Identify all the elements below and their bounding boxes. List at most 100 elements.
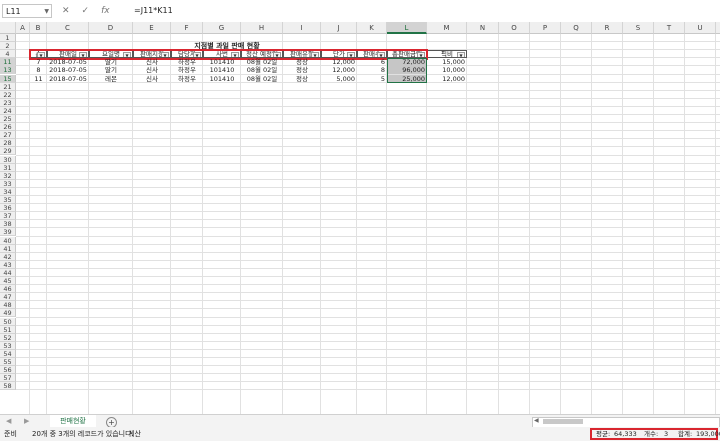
row-header[interactable]: 2 (0, 42, 16, 51)
table-cell[interactable]: 10,000 (427, 66, 467, 74)
row-header[interactable]: 42 (0, 252, 16, 261)
chevron-down-icon[interactable]: ▼ (44, 5, 49, 19)
table-cell[interactable]: 08월 02일 (241, 75, 283, 83)
table-cell[interactable]: 레몬 (89, 75, 133, 83)
name-box[interactable]: L11 ▼ (2, 4, 52, 18)
column-header[interactable]: H (241, 22, 283, 34)
row-header[interactable]: 45 (0, 277, 16, 286)
table-cell[interactable]: 하정우 (171, 66, 203, 74)
table-cell[interactable]: 정상 (283, 66, 321, 74)
row-header[interactable]: 36 (0, 204, 16, 213)
scroll-left-arrow-icon[interactable]: ◀ (534, 417, 539, 424)
column-header[interactable]: T (654, 22, 685, 34)
table-cell[interactable]: 2018-07-05 (47, 75, 89, 83)
row-header[interactable]: 58 (0, 382, 16, 391)
row-header[interactable]: 21 (0, 82, 16, 91)
row-header[interactable]: 41 (0, 244, 16, 253)
column-header[interactable]: U (685, 22, 716, 34)
table-cell[interactable]: 신사 (133, 75, 171, 83)
row-header[interactable]: 23 (0, 98, 16, 107)
row-header[interactable]: 48 (0, 301, 16, 310)
table-cell[interactable]: 2018-07-05 (47, 58, 89, 66)
row-header[interactable]: 44 (0, 268, 16, 277)
scrollbar-thumb[interactable] (543, 419, 583, 424)
row-header[interactable]: 46 (0, 285, 16, 294)
table-cell[interactable]: 5 (357, 75, 387, 83)
column-header[interactable]: N (467, 22, 499, 34)
column-header[interactable]: Q (561, 22, 592, 34)
row-header[interactable]: 53 (0, 341, 16, 350)
status-summary[interactable]: 평균: 64,333 개수: 3 합계: 193,000 (590, 428, 720, 440)
table-cell[interactable]: 08월 02일 (241, 58, 283, 66)
row-header[interactable]: 24 (0, 106, 16, 115)
column-header[interactable]: L (387, 22, 427, 34)
row-header[interactable]: 52 (0, 333, 16, 342)
table-cell[interactable]: 12,000 (427, 75, 467, 83)
column-header[interactable]: C (47, 22, 89, 34)
column-header[interactable]: E (133, 22, 171, 34)
scroll-right-icon[interactable]: ▶ (24, 417, 29, 425)
select-all-corner[interactable] (0, 22, 16, 34)
column-header[interactable]: S (623, 22, 654, 34)
column-header[interactable]: I (283, 22, 321, 34)
column-header[interactable]: D (89, 22, 133, 34)
row-header[interactable]: 43 (0, 260, 16, 269)
table-cell[interactable]: 8 (357, 66, 387, 74)
row-header[interactable]: 34 (0, 187, 16, 196)
column-header[interactable]: B (30, 22, 47, 34)
row-header[interactable]: 35 (0, 196, 16, 205)
row-header[interactable]: 33 (0, 179, 16, 188)
row-header[interactable]: 27 (0, 131, 16, 140)
row-header[interactable]: 31 (0, 163, 16, 172)
row-header[interactable]: 51 (0, 325, 16, 334)
row-header[interactable]: 56 (0, 366, 16, 375)
scroll-left-icon[interactable]: ◀ (6, 417, 11, 425)
table-cell[interactable]: 101410 (203, 58, 241, 66)
row-header[interactable]: 39 (0, 228, 16, 237)
insert-function-icon[interactable]: fx (101, 6, 110, 16)
column-header[interactable]: V (716, 22, 720, 34)
row-header[interactable]: 13 (0, 66, 16, 75)
row-header[interactable]: 55 (0, 358, 16, 367)
row-header[interactable]: 22 (0, 90, 16, 99)
table-cell[interactable]: 신사 (133, 58, 171, 66)
table-cell[interactable]: 12,000 (321, 66, 357, 74)
row-header[interactable]: 57 (0, 374, 16, 383)
table-cell[interactable]: 6 (357, 58, 387, 66)
column-header[interactable]: M (427, 22, 467, 34)
row-header[interactable]: 50 (0, 317, 16, 326)
table-header-cell[interactable]: 픽비 ▼ (427, 50, 467, 59)
column-header[interactable]: G (203, 22, 241, 34)
formula-input[interactable]: =J11*K11 (130, 4, 718, 18)
table-cell[interactable]: 8 (30, 66, 47, 74)
row-header[interactable]: 40 (0, 236, 16, 245)
row-header[interactable]: 38 (0, 220, 16, 229)
table-cell[interactable]: 7 (30, 58, 47, 66)
row-header[interactable]: 37 (0, 212, 16, 221)
column-header[interactable]: P (530, 22, 561, 34)
row-header[interactable]: 4 (0, 50, 16, 59)
worksheet-grid[interactable]: ABCDEFGHIJKLMNOPQRSTUV124111315212223242… (0, 22, 720, 414)
row-header[interactable]: 49 (0, 309, 16, 318)
table-cell[interactable]: 08월 02일 (241, 66, 283, 74)
table-cell[interactable]: 101410 (203, 75, 241, 83)
column-header[interactable]: O (499, 22, 530, 34)
column-header[interactable]: R (592, 22, 623, 34)
table-cell[interactable]: 12,000 (321, 58, 357, 66)
table-cell[interactable]: 하정우 (171, 75, 203, 83)
table-cell[interactable]: 11 (30, 75, 47, 83)
column-header[interactable]: A (16, 22, 30, 34)
row-header[interactable]: 29 (0, 147, 16, 156)
row-header[interactable]: 30 (0, 155, 16, 164)
column-header[interactable]: K (357, 22, 387, 34)
row-header[interactable]: 11 (0, 58, 16, 67)
row-header[interactable]: 1 (0, 34, 16, 43)
table-cell[interactable]: 하정우 (171, 58, 203, 66)
row-header[interactable]: 26 (0, 123, 16, 132)
row-header[interactable]: 15 (0, 74, 16, 83)
table-cell[interactable]: 딸기 (89, 66, 133, 74)
cancel-icon[interactable]: ✕ (62, 6, 70, 16)
row-header[interactable]: 54 (0, 349, 16, 358)
table-cell[interactable]: 신사 (133, 66, 171, 74)
column-header[interactable]: J (321, 22, 357, 34)
